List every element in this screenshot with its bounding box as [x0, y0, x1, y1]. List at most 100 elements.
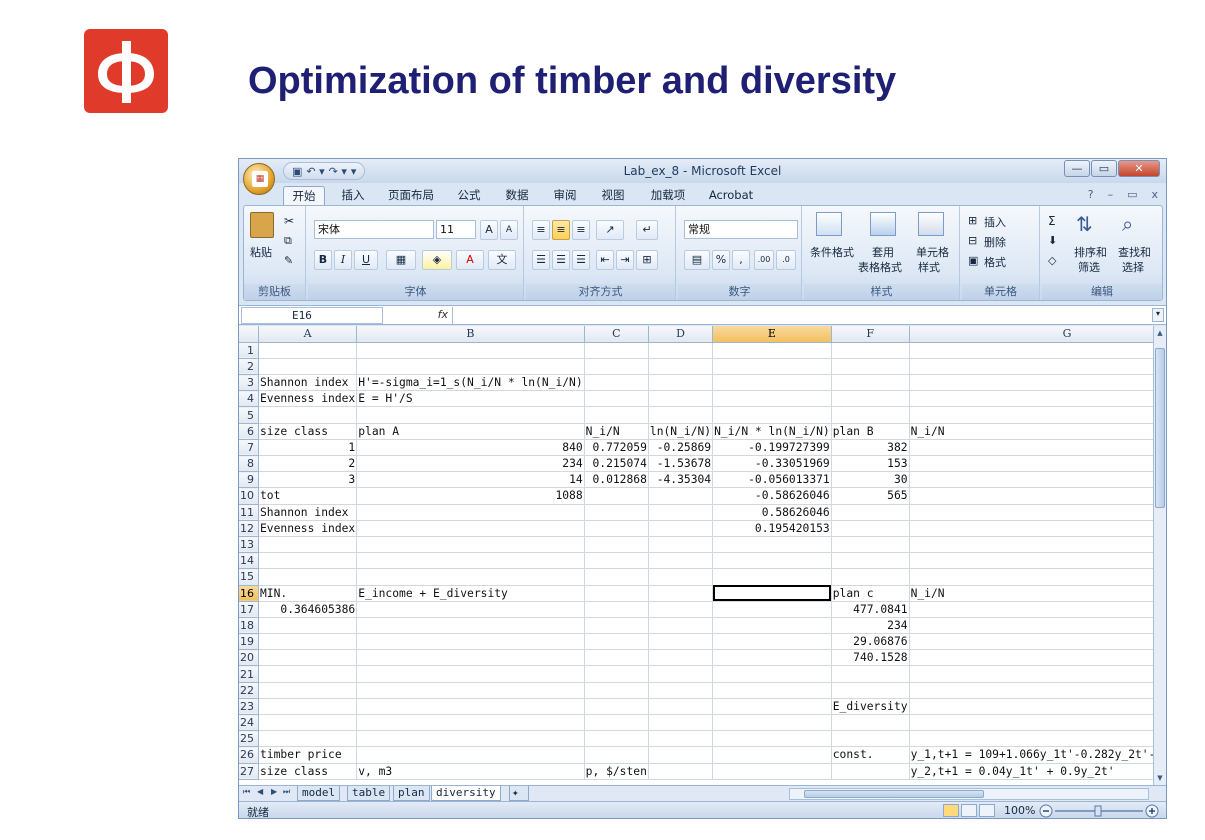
tab-acrobat[interactable]: Acrobat	[705, 186, 757, 205]
format-cells-icon[interactable]: ▣	[968, 254, 978, 267]
row-header[interactable]: 15	[239, 568, 259, 586]
sheet-tab-plan[interactable]: plan	[393, 786, 430, 801]
cell[interactable]	[258, 665, 358, 683]
cell[interactable]	[356, 504, 585, 521]
last-sheet-icon[interactable]: ⏭	[283, 787, 290, 797]
cell[interactable]	[909, 682, 1153, 699]
cell[interactable]: E = H'/S	[356, 390, 585, 408]
format-painter-icon[interactable]: ✎	[284, 254, 293, 267]
sort-filter-icon[interactable]: ⇅	[1076, 212, 1093, 236]
cell[interactable]	[712, 714, 832, 732]
cell[interactable]: -0.056013371	[712, 471, 832, 489]
ribbon-close-icon[interactable]: x	[1151, 188, 1158, 201]
wrap-text-icon[interactable]: ↵	[636, 220, 658, 240]
ribbon-minimize-icon[interactable]: –	[1108, 188, 1114, 201]
row-header[interactable]: 27	[239, 763, 259, 780]
tab-home[interactable]: 开始	[283, 186, 325, 205]
merge-center-icon[interactable]: ⊞	[636, 250, 658, 270]
paste-label[interactable]: 粘贴	[250, 244, 272, 260]
cell[interactable]	[648, 682, 714, 699]
row-header[interactable]: 1	[239, 342, 259, 359]
cell[interactable]	[356, 633, 585, 651]
row-header[interactable]: 3	[239, 374, 259, 392]
underline-button[interactable]: U	[354, 250, 378, 270]
cell[interactable]: 0.270796	[909, 455, 1153, 473]
cell[interactable]	[712, 763, 832, 780]
row-header[interactable]: 4	[239, 390, 259, 408]
new-sheet-icon[interactable]: ✦	[509, 786, 529, 801]
cell[interactable]: Evenness index	[258, 520, 358, 537]
cell[interactable]	[356, 698, 585, 716]
insert-cells-icon[interactable]: ⊞	[968, 214, 977, 227]
cell[interactable]	[356, 552, 585, 570]
cell[interactable]	[648, 520, 714, 537]
shrink-font-icon[interactable]: A	[500, 220, 518, 240]
cell[interactable]	[258, 730, 358, 748]
cell[interactable]: 477.0841	[831, 601, 910, 618]
orientation-icon[interactable]: ↗	[596, 220, 624, 240]
cell[interactable]	[712, 601, 832, 618]
cell[interactable]	[356, 682, 585, 699]
cell[interactable]	[584, 746, 649, 764]
cell[interactable]: 0.58626046	[712, 504, 832, 521]
format-table-label-1[interactable]: 套用	[872, 244, 894, 260]
cell[interactable]: 234	[831, 617, 910, 635]
cell[interactable]: N_i/N	[909, 423, 1153, 440]
cell[interactable]	[831, 504, 910, 521]
cell[interactable]	[648, 601, 714, 618]
cell[interactable]: 0.772059	[584, 439, 649, 457]
cell[interactable]: -4.35304	[648, 471, 714, 489]
cell[interactable]	[831, 730, 910, 748]
cell[interactable]	[356, 617, 585, 635]
cell[interactable]	[648, 746, 714, 764]
cell[interactable]	[258, 714, 358, 732]
cell[interactable]	[356, 342, 585, 359]
normal-view-icon[interactable]	[943, 804, 959, 817]
paste-icon[interactable]	[250, 212, 274, 238]
tab-addins[interactable]: 加载项	[643, 186, 693, 205]
cell[interactable]	[712, 406, 832, 424]
cell[interactable]	[584, 342, 649, 359]
help-icon[interactable]: ?	[1088, 188, 1094, 201]
cell[interactable]	[584, 358, 649, 376]
align-top-icon[interactable]: ≡	[532, 220, 550, 240]
cell[interactable]	[356, 601, 585, 618]
cell-styles-label-2[interactable]: 样式	[918, 259, 940, 275]
cell[interactable]: y_1,t+1 = 109+1.066y_1t'-0.282y_2t'-0.96…	[909, 746, 1153, 764]
cell[interactable]: ln(N_i/N)	[648, 423, 714, 440]
cell[interactable]: 0.195420153	[712, 520, 832, 537]
first-sheet-icon[interactable]: ⏮	[243, 787, 250, 797]
office-button[interactable]: ▦	[243, 163, 275, 195]
row-header[interactable]: 26	[239, 746, 259, 764]
cell[interactable]	[356, 730, 585, 748]
zoom-slider[interactable]	[1039, 804, 1159, 818]
phonetic-icon[interactable]: 文	[488, 250, 516, 270]
cell[interactable]	[712, 358, 832, 376]
column-header[interactable]: F	[831, 326, 910, 343]
cell[interactable]: MIN.	[258, 585, 358, 602]
cell[interactable]: 29.06876	[831, 633, 910, 651]
row-header[interactable]: 14	[239, 552, 259, 570]
cell[interactable]	[584, 520, 649, 537]
currency-icon[interactable]: ▤	[684, 250, 710, 270]
cell[interactable]: plan B	[831, 423, 910, 440]
borders-icon[interactable]: ▦	[386, 250, 416, 270]
cell[interactable]	[584, 682, 649, 699]
cell[interactable]: -0.33051969	[712, 455, 832, 473]
cell[interactable]	[648, 358, 714, 376]
cell[interactable]: 0.644575	[909, 601, 1153, 618]
cell[interactable]: 1	[258, 439, 358, 457]
cell[interactable]	[648, 536, 714, 554]
cell[interactable]: 840	[356, 439, 585, 457]
cell-styles-label-1[interactable]: 单元格	[916, 244, 949, 260]
find-select-label-2[interactable]: 选择	[1122, 259, 1144, 275]
cell[interactable]	[648, 617, 714, 635]
horizontal-scrollbar[interactable]	[789, 788, 1149, 800]
column-header[interactable]: D	[648, 326, 714, 343]
sheet-tab-table[interactable]: table	[347, 786, 391, 801]
autosum-icon[interactable]: Σ	[1048, 214, 1056, 228]
cell[interactable]	[712, 665, 832, 683]
cell[interactable]	[258, 682, 358, 699]
decrease-decimal-icon[interactable]: .0	[776, 250, 796, 270]
cell[interactable]	[909, 552, 1153, 570]
